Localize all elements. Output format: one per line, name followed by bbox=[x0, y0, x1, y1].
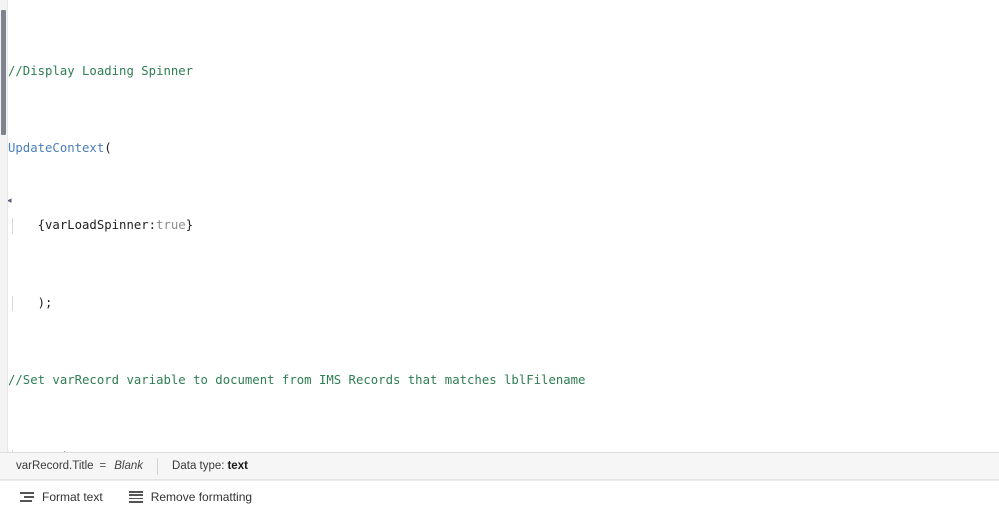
code-line[interactable]: //Set varRecord variable to document fro… bbox=[8, 373, 999, 388]
editor-gutter[interactable]: ◂ bbox=[7, 0, 15, 452]
code-token-boolean: true bbox=[156, 218, 186, 233]
status-datatype-value: text bbox=[227, 460, 248, 472]
format-text-button[interactable]: Format text bbox=[10, 487, 113, 507]
code-line[interactable]: ); bbox=[8, 295, 999, 311]
status-datatype-label: Data type: bbox=[172, 460, 225, 472]
code-line[interactable]: //Display Loading Spinner bbox=[8, 64, 999, 79]
code-token-plain: {varLoadSpinner: bbox=[8, 218, 157, 233]
code-token-plain: } bbox=[185, 218, 194, 233]
status-expression-label: varRecord.Title bbox=[16, 460, 94, 472]
editor-status-bar: varRecord.Title = Blank Data type: text bbox=[0, 452, 999, 480]
code-token-comment: //Display Loading Spinner bbox=[8, 63, 194, 78]
format-text-label: Format text bbox=[42, 490, 103, 504]
code-token-function: Set bbox=[38, 450, 60, 452]
status-expression-cell: varRecord.Title = Blank bbox=[0, 453, 157, 479]
status-datatype-cell: Data type: text bbox=[158, 453, 262, 479]
status-expression-value: Blank bbox=[114, 460, 144, 472]
editor-toolbar: Format text Remove formatting bbox=[0, 480, 999, 513]
remove-formatting-label: Remove formatting bbox=[150, 490, 253, 504]
code-content[interactable]: //Display Loading Spinner UpdateContext(… bbox=[8, 2, 999, 452]
code-token-paren: ( bbox=[104, 141, 112, 156]
format-text-icon bbox=[20, 491, 35, 503]
remove-formatting-icon bbox=[128, 491, 144, 503]
vertical-scrollbar-thumb[interactable] bbox=[1, 10, 6, 135]
status-equals-sign: = bbox=[99, 460, 107, 472]
code-token-function: UpdateContext bbox=[8, 141, 105, 156]
code-line[interactable]: Set( bbox=[8, 450, 999, 452]
powerapps-formula-editor: ◂ //Display Loading Spinner UpdateContex… bbox=[0, 0, 999, 513]
code-token-paren: ( bbox=[60, 450, 67, 452]
remove-formatting-button[interactable]: Remove formatting bbox=[119, 487, 262, 507]
code-line[interactable]: {varLoadSpinner:true} bbox=[8, 218, 999, 234]
vertical-scrollbar[interactable] bbox=[0, 0, 8, 452]
code-line[interactable]: UpdateContext( bbox=[8, 141, 999, 156]
code-token-comment: //Set varRecord variable to document fro… bbox=[8, 372, 586, 387]
code-editor[interactable]: ◂ //Display Loading Spinner UpdateContex… bbox=[0, 0, 999, 452]
